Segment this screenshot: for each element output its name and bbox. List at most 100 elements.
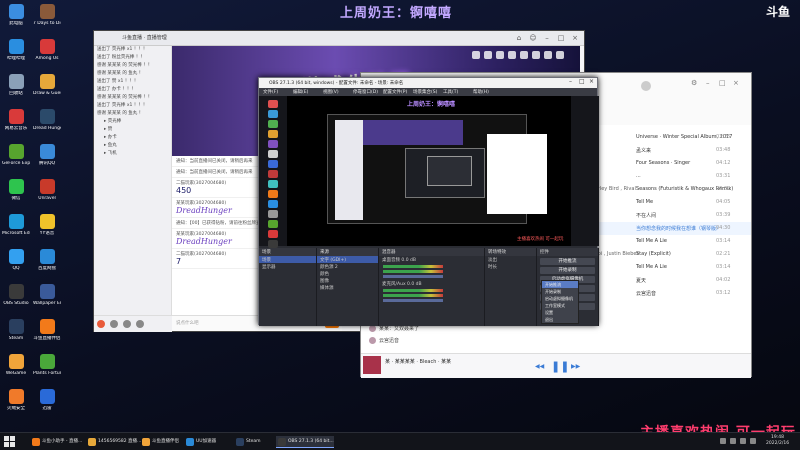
menu-item[interactable]: 帮助(H) <box>473 89 489 95</box>
desktop-icon[interactable]: 7 Days to Die <box>33 4 61 40</box>
volume-slider[interactable] <box>383 299 443 302</box>
dock-item[interactable]: 文字 (GDI+) <box>317 256 378 263</box>
menu-item[interactable]: 工具(T) <box>443 89 458 95</box>
desktop-icon[interactable]: Plants Fortune <box>33 354 61 390</box>
pause-button[interactable]: ❚❚ <box>551 360 569 373</box>
user-icon[interactable]: ☺ <box>528 33 538 43</box>
menu-item[interactable]: 编辑(E) <box>293 89 308 95</box>
network-icon[interactable] <box>750 438 756 444</box>
dock-item[interactable]: 时长 <box>485 263 536 270</box>
desktop-icon[interactable]: GeForce Experience <box>2 144 30 180</box>
desktop-icon[interactable]: 此电脑 <box>4 4 28 40</box>
desktop-icon[interactable]: WeGame <box>4 354 28 390</box>
dock-item[interactable]: 媒体源 <box>317 284 378 291</box>
obs-preview[interactable]: 上周奶王：锕嘻嘻 主播喜欢热闹 可一起玩 <box>287 96 571 246</box>
taskbar-app[interactable]: OBS 27.1.3 (64 bit... <box>276 436 334 448</box>
windows-start-icon[interactable] <box>4 436 15 447</box>
dock-item[interactable]: 颜色源 2 <box>317 263 378 270</box>
maximize-icon[interactable]: □ <box>719 79 726 87</box>
gift-list-item[interactable]: ▸ 鱼丸 <box>94 142 171 150</box>
close-icon[interactable]: × <box>589 78 594 85</box>
video-tool-icon[interactable] <box>532 51 540 59</box>
maximize-icon[interactable]: □ <box>579 78 585 85</box>
taskbar-app[interactable]: 1456569582 直播... <box>86 436 141 448</box>
mixer-dock[interactable]: 混音器 桌面音频 0.0 dB 麦克风/Aux 0.0 dB <box>379 248 485 326</box>
desktop-icon[interactable]: 迅雷 <box>35 389 59 425</box>
desktop-icon[interactable]: 百度网盘 <box>35 249 59 285</box>
close-icon[interactable]: × <box>733 79 739 87</box>
mixer-track[interactable]: 麦克风/Aux 0.0 dB <box>379 280 484 304</box>
emoji-icon[interactable] <box>123 320 131 328</box>
gift-list-item[interactable]: ▸ 飞机 <box>94 150 171 158</box>
desktop-icon[interactable]: 火绒安全 <box>4 389 28 425</box>
context-menu-item[interactable]: 设置 <box>542 309 578 316</box>
context-menu-item[interactable]: 退出 <box>542 316 578 323</box>
close-icon[interactable]: × <box>570 33 580 43</box>
dock-item[interactable]: 显示器 <box>259 263 316 270</box>
desktop-icon[interactable]: Unravel <box>35 179 59 215</box>
avatar[interactable] <box>369 325 376 332</box>
desktop-icon[interactable]: Among Us <box>35 39 59 75</box>
tray-icon[interactable] <box>730 438 736 444</box>
desktop-icon[interactable]: OBS Studio <box>3 284 29 320</box>
obs-window[interactable]: OBS 27.1.3 (64 bit, windows) - 配置文件: 未命名… <box>258 77 599 326</box>
avatar[interactable] <box>641 81 651 91</box>
settings-icon[interactable] <box>136 320 144 328</box>
minimize-icon[interactable]: – <box>706 79 710 87</box>
dock-item[interactable]: 淡出 <box>485 256 536 263</box>
video-tool-icon[interactable] <box>544 51 552 59</box>
desktop-icon[interactable]: Steam <box>4 319 28 355</box>
dock-item[interactable]: 颜色 <box>317 270 378 277</box>
maximize-icon[interactable]: □ <box>556 33 566 43</box>
minimize-icon[interactable]: – <box>542 33 552 43</box>
dock-item[interactable]: 图像 <box>317 277 378 284</box>
sources-dock[interactable]: 来源 文字 (GDI+) 颜色源 2 颜色 图像 媒体源 <box>317 248 379 326</box>
dock-item[interactable]: 场景 <box>259 256 316 263</box>
menu-item[interactable]: 视图(V) <box>323 89 339 95</box>
avatar[interactable] <box>369 337 376 344</box>
control-button[interactable]: 开始录制 <box>540 267 595 274</box>
menu-item[interactable]: 文件(F) <box>263 89 278 95</box>
next-icon[interactable]: ▶▶ <box>571 363 580 370</box>
control-button[interactable]: 开始推流 <box>540 258 595 265</box>
mixer-track[interactable]: 桌面音频 0.0 dB <box>379 256 484 280</box>
desktop-icon[interactable]: Dread Hunger <box>33 109 61 145</box>
taskbar-clock[interactable]: 19:48 2022/2/16 <box>766 435 789 447</box>
context-menu[interactable]: 开始推流 开始录制 启动虚拟摄像机 工作室模式 设置 退出 <box>541 280 579 324</box>
menu-item[interactable]: 配置文件(P) <box>383 89 407 95</box>
gift-list-item[interactable]: ▸ 办卡 <box>94 134 171 142</box>
avatar[interactable] <box>97 320 105 328</box>
video-tool-icon[interactable] <box>556 51 564 59</box>
tray-icon[interactable] <box>720 438 726 444</box>
volume-slider[interactable] <box>383 275 443 278</box>
video-tool-icon[interactable] <box>496 51 504 59</box>
taskbar-app[interactable]: 斗鱼直播伴侣 <box>140 436 179 448</box>
taskbar-app[interactable]: 斗鱼小助手 - 直播... <box>30 436 82 448</box>
taskbar-app[interactable]: UU加速器 <box>184 436 216 448</box>
video-tool-icon[interactable] <box>484 51 492 59</box>
desktop-icon[interactable]: Microsoft Edge <box>2 214 30 250</box>
chat-input-placeholder[interactable]: 说点什么吧 <box>176 320 199 326</box>
scenes-dock[interactable]: 场景 场景 显示器 <box>259 248 317 326</box>
home-icon[interactable]: ⌂ <box>514 33 524 43</box>
desktop-icon[interactable]: Draw & Guess <box>33 74 61 110</box>
video-tool-icon[interactable] <box>520 51 528 59</box>
taskbar-app[interactable]: Steam <box>234 436 261 448</box>
context-menu-item[interactable]: 启动虚拟摄像机 <box>542 295 578 302</box>
desktop-icon[interactable]: 斗鱼直播伴侣 <box>34 319 61 355</box>
context-menu-item[interactable]: 开始推流 <box>542 281 578 288</box>
settings-icon[interactable]: ⚙ <box>691 79 697 87</box>
video-tool-icon[interactable] <box>508 51 516 59</box>
desktop-icon[interactable]: 回收站 <box>4 74 28 110</box>
desktop-icon[interactable]: Wallpaper Engine <box>33 284 61 320</box>
desktop-icon[interactable]: 网易云音乐 <box>4 109 28 145</box>
desktop-icon[interactable]: YY语音 <box>35 214 59 250</box>
context-menu-item[interactable]: 工作室模式 <box>542 302 578 309</box>
context-menu-item[interactable]: 开始录制 <box>542 288 578 295</box>
transitions-dock[interactable]: 转场特效 淡出 时长 <box>485 248 537 326</box>
minimize-icon[interactable]: – <box>569 78 572 85</box>
menu-item[interactable]: 停靠窗口(D) <box>353 89 378 95</box>
volume-icon[interactable] <box>740 438 746 444</box>
album-cover[interactable] <box>363 356 381 374</box>
desktop-icon[interactable]: 哔哩哔哩 <box>4 39 28 75</box>
